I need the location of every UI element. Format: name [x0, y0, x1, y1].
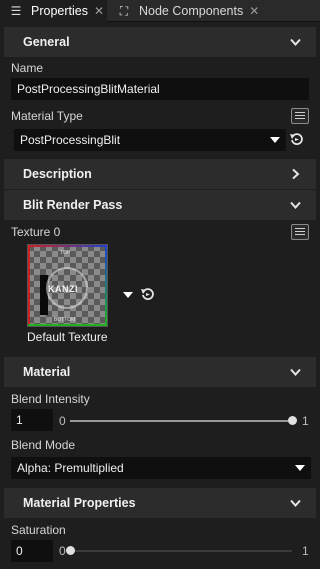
chevron-right-icon[interactable] [289, 168, 302, 181]
saturation-slider-track[interactable] [70, 550, 292, 552]
blend-intensity-slider-fill [70, 420, 292, 422]
texture-preview[interactable]: KANZI TOP BOTTOM [27, 244, 108, 327]
blend-intensity-min: 0 [59, 414, 66, 428]
texture-edge [105, 245, 107, 326]
material-type-dropdown[interactable]: PostProcessingBlit [14, 129, 286, 151]
close-icon[interactable]: ✕ [249, 4, 259, 18]
blend-intensity-input[interactable]: 1 [11, 409, 53, 431]
tab-node-components[interactable]: ⛶ Node Components ✕ [108, 0, 268, 22]
section-general-title: General [23, 35, 70, 49]
section-material-properties-header[interactable]: Material Properties [4, 488, 316, 518]
close-icon[interactable]: ✕ [94, 4, 104, 18]
section-blit-render-pass-title: Blit Render Pass [23, 198, 123, 212]
tab-properties-label: Properties [31, 4, 88, 18]
chevron-down-icon[interactable] [289, 366, 302, 379]
list-icon: ☰ [10, 4, 22, 18]
section-material-header[interactable]: Material [4, 357, 316, 387]
section-blit-render-pass-header[interactable]: Blit Render Pass [4, 190, 316, 220]
blend-mode-value: Alpha: Premultiplied [17, 461, 124, 475]
name-field[interactable]: PostProcessingBlitMaterial [11, 78, 309, 100]
texture-edge [28, 245, 107, 247]
dropdown-arrow-icon [295, 465, 305, 471]
section-description-title: Description [23, 167, 92, 181]
blend-mode-label: Blend Mode [11, 438, 76, 452]
material-type-value: PostProcessingBlit [20, 133, 121, 147]
edit-resource-icon[interactable] [291, 224, 309, 240]
saturation-min: 0 [59, 544, 66, 558]
texture-name: Default Texture [27, 330, 108, 344]
texture-preview-top: TOP [60, 250, 71, 256]
reset-icon[interactable] [289, 132, 304, 147]
texture-edge [28, 324, 107, 326]
tab-node-components-label: Node Components [139, 4, 244, 18]
section-material-title: Material [23, 365, 71, 379]
blend-intensity-max: 1 [302, 414, 309, 428]
saturation-input[interactable]: 0 [11, 540, 53, 562]
blend-intensity-value: 1 [16, 413, 23, 427]
chevron-down-icon[interactable] [289, 36, 302, 49]
saturation-label: Saturation [11, 523, 66, 537]
tab-bar: ☰ Properties ✕ ⛶ Node Components ✕ [0, 0, 320, 22]
chevron-down-icon[interactable] [289, 199, 302, 212]
saturation-slider-thumb[interactable] [65, 546, 75, 555]
dropdown-arrow-icon [270, 137, 280, 143]
name-value: PostProcessingBlitMaterial [17, 82, 160, 96]
section-general-header[interactable]: General [4, 27, 316, 57]
texture-0-label: Texture 0 [11, 225, 61, 239]
section-material-properties-title: Material Properties [23, 496, 136, 510]
texture-preview-bottom: BOTTOM [54, 317, 76, 323]
texture-dropdown-arrow-icon[interactable] [123, 292, 133, 298]
blend-mode-dropdown[interactable]: Alpha: Premultiplied [11, 457, 311, 479]
component-icon: ⛶ [119, 3, 129, 18]
saturation-value: 0 [16, 544, 23, 558]
section-description-header[interactable]: Description [4, 159, 316, 189]
edit-resource-icon[interactable] [291, 108, 309, 124]
name-label: Name [11, 61, 44, 75]
texture-edge [28, 245, 30, 326]
tab-properties[interactable]: ☰ Properties ✕ [0, 0, 107, 22]
texture-preview-logo: KANZI [48, 284, 78, 294]
saturation-max: 1 [302, 544, 309, 558]
blend-intensity-slider-thumb[interactable] [287, 416, 297, 425]
reset-icon[interactable] [140, 287, 155, 302]
blend-intensity-label: Blend Intensity [11, 392, 90, 406]
chevron-down-icon[interactable] [289, 497, 302, 510]
material-type-label: Material Type [11, 109, 83, 123]
